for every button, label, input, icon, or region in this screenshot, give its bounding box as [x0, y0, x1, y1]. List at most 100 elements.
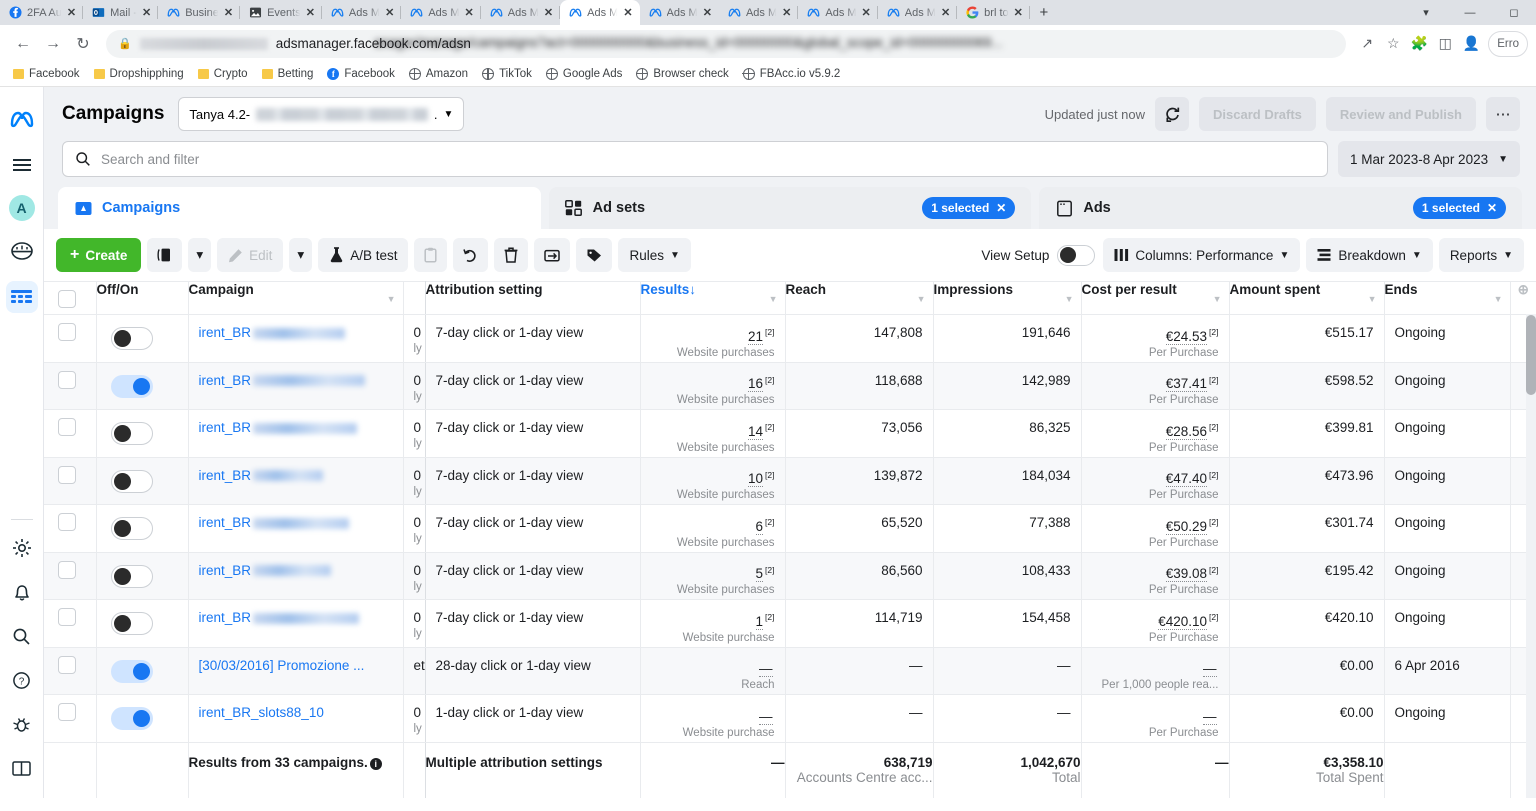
column-header-offon[interactable]: Off/On — [96, 281, 189, 315]
campaign-cell[interactable]: irent_BR_slots88_10 — [188, 694, 404, 743]
off-on-cell[interactable] — [96, 504, 189, 553]
minimize-button[interactable]: — — [1448, 0, 1492, 25]
duplicate-dropdown[interactable]: ▾ — [188, 238, 212, 272]
campaign-name-link[interactable]: [30/03/2016] Promozione ... — [199, 658, 365, 673]
table-view-icon[interactable] — [5, 281, 38, 313]
view-setup-toggle[interactable] — [1057, 244, 1096, 266]
close-icon[interactable]: ✕ — [142, 6, 151, 19]
help-icon[interactable]: ? — [6, 664, 38, 696]
off-on-cell[interactable] — [96, 314, 189, 363]
campaign-cell[interactable]: irent_BR — [188, 314, 404, 363]
more-options-button[interactable]: ⋯ — [1486, 97, 1520, 131]
off-on-cell[interactable] — [96, 457, 189, 505]
close-icon[interactable]: ✕ — [544, 6, 553, 19]
ad-account-selector[interactable]: Tanya 4.2- . ▼ — [178, 97, 465, 131]
campaign-name-link[interactable]: irent_BR — [199, 373, 252, 388]
campaign-cell[interactable]: irent_BR — [188, 504, 404, 553]
close-icon[interactable]: ✕ — [941, 6, 950, 19]
row-checkbox[interactable] — [58, 418, 76, 436]
table-row[interactable]: irent_BR 0 ly 7-day click or 1-day view 14 [2… — [44, 409, 1536, 458]
table-row[interactable]: irent_BR 0 ly 7-day click or 1-day view 21 [2… — [44, 314, 1536, 363]
new-tab-button[interactable]: + — [1030, 0, 1058, 25]
review-and-publish-button[interactable]: Review and Publish — [1325, 97, 1476, 131]
side-panel-icon[interactable]: ◫ — [1432, 31, 1458, 57]
campaign-name-link[interactable]: irent_BR_slots88_10 — [199, 705, 324, 720]
clear-selection-icon[interactable]: ✕ — [996, 201, 1006, 215]
clear-selection-icon[interactable]: ✕ — [1487, 201, 1497, 215]
bookmark-item[interactable]: Betting — [255, 66, 321, 82]
table-row[interactable]: irent_BR 0 ly 7-day click or 1-day view 10 [2… — [44, 457, 1536, 505]
close-icon[interactable]: ✕ — [623, 6, 632, 19]
table-row[interactable]: irent_BR 0 ly 7-day click or 1-day view 6 [2]… — [44, 504, 1536, 553]
row-select-cell[interactable] — [44, 647, 97, 695]
row-select-cell[interactable] — [44, 362, 97, 410]
row-select-cell[interactable] — [44, 599, 97, 648]
chevron-down-icon[interactable]: ▼ — [1368, 294, 1377, 304]
campaign-toggle[interactable] — [110, 659, 153, 683]
row-select-cell[interactable] — [44, 552, 97, 600]
campaign-name-link[interactable]: irent_BR — [199, 610, 252, 625]
tab-ads[interactable]: Ads 1 selected ✕ — [1039, 187, 1523, 229]
bookmark-item[interactable]: FBAcc.io v5.9.2 — [736, 66, 848, 82]
date-range-picker[interactable]: 1 Mar 2023-8 Apr 2023 ▼ — [1338, 141, 1520, 177]
campaign-name-link[interactable]: irent_BR — [199, 515, 252, 530]
extensions-icon[interactable]: 🧩 — [1406, 31, 1432, 57]
tab-campaigns[interactable]: Campaigns — [58, 187, 541, 229]
address-bar[interactable]: 🔒 adsmanager.facebook.com/adsn anager/ma… — [106, 29, 1347, 58]
bookmark-item[interactable]: Amazon — [402, 66, 475, 82]
close-icon[interactable]: ✕ — [385, 6, 394, 19]
close-icon[interactable]: ✕ — [703, 6, 712, 19]
info-icon[interactable]: i — [369, 757, 382, 770]
refresh-icon[interactable] — [1155, 97, 1190, 131]
budget-header[interactable] — [403, 281, 426, 315]
chevron-down-icon[interactable]: ▼ — [1213, 294, 1222, 304]
book-icon[interactable] — [6, 752, 38, 784]
campaign-toggle[interactable] — [110, 374, 153, 398]
row-checkbox[interactable] — [58, 655, 76, 674]
maximize-button[interactable]: ◻ — [1492, 0, 1536, 25]
share-icon[interactable]: ↗ — [1354, 31, 1380, 57]
browser-tab[interactable]: Ads M ✕ — [798, 0, 878, 25]
copy-button[interactable] — [414, 238, 448, 272]
column-header-campaign[interactable]: Campaign ▼ — [188, 281, 404, 315]
table-row[interactable]: irent_BR 0 ly 7-day click or 1-day view 1 [2]… — [44, 599, 1536, 648]
column-header-spent[interactable]: Amount spent ▼ — [1229, 281, 1385, 315]
delete-button[interactable] — [494, 238, 529, 272]
campaign-name-link[interactable]: irent_BR — [199, 420, 252, 435]
campaign-cell[interactable]: irent_BR — [188, 409, 404, 458]
row-select-cell[interactable] — [44, 409, 97, 458]
columns-button[interactable]: Columns: Performance ▼ — [1103, 238, 1301, 272]
bookmark-item[interactable]: f Facebook — [320, 66, 402, 82]
duplicate-button[interactable] — [147, 238, 183, 272]
close-icon[interactable]: ✕ — [1014, 6, 1023, 19]
row-checkbox[interactable] — [58, 323, 76, 341]
view-setup-control[interactable]: View Setup — [981, 244, 1096, 266]
column-header-attribution[interactable]: Attribution setting — [425, 281, 641, 315]
selection-badge[interactable]: 1 selected ✕ — [1412, 197, 1507, 219]
bookmark-item[interactable]: Crypto — [191, 66, 255, 82]
settings-gear-icon[interactable] — [6, 532, 38, 564]
campaign-name-link[interactable]: irent_BR — [199, 468, 252, 483]
pie-chart-icon[interactable] — [6, 235, 38, 267]
column-header-ends[interactable]: Ends ▼ — [1384, 281, 1511, 315]
notifications-bell-icon[interactable] — [6, 576, 38, 608]
discard-drafts-button[interactable]: Discard Drafts — [1199, 97, 1316, 131]
browser-tab[interactable]: brl to ✕ — [957, 0, 1030, 25]
close-icon[interactable]: ✕ — [224, 6, 233, 19]
row-select-cell[interactable] — [44, 314, 97, 363]
table-row[interactable]: [30/03/2016] Promozione ... et 28-day clic… — [44, 647, 1536, 695]
browser-tab[interactable]: Events ✕ — [240, 0, 322, 25]
close-icon[interactable]: ✕ — [306, 6, 315, 19]
breakdown-button[interactable]: Breakdown ▼ — [1306, 238, 1433, 272]
bookmark-item[interactable]: Dropshipphing — [87, 66, 191, 82]
search-icon[interactable] — [6, 620, 38, 652]
bug-report-icon[interactable] — [6, 708, 38, 740]
ab-test-button[interactable]: A/B test — [318, 238, 409, 272]
bookmark-item[interactable]: Google Ads — [539, 66, 629, 82]
campaign-toggle[interactable] — [110, 564, 153, 588]
off-on-cell[interactable] — [96, 694, 189, 743]
off-on-cell[interactable] — [96, 647, 189, 695]
off-on-cell[interactable] — [96, 409, 189, 458]
browser-tab[interactable]: Ads M ✕ — [560, 0, 640, 25]
row-checkbox[interactable] — [58, 370, 76, 389]
